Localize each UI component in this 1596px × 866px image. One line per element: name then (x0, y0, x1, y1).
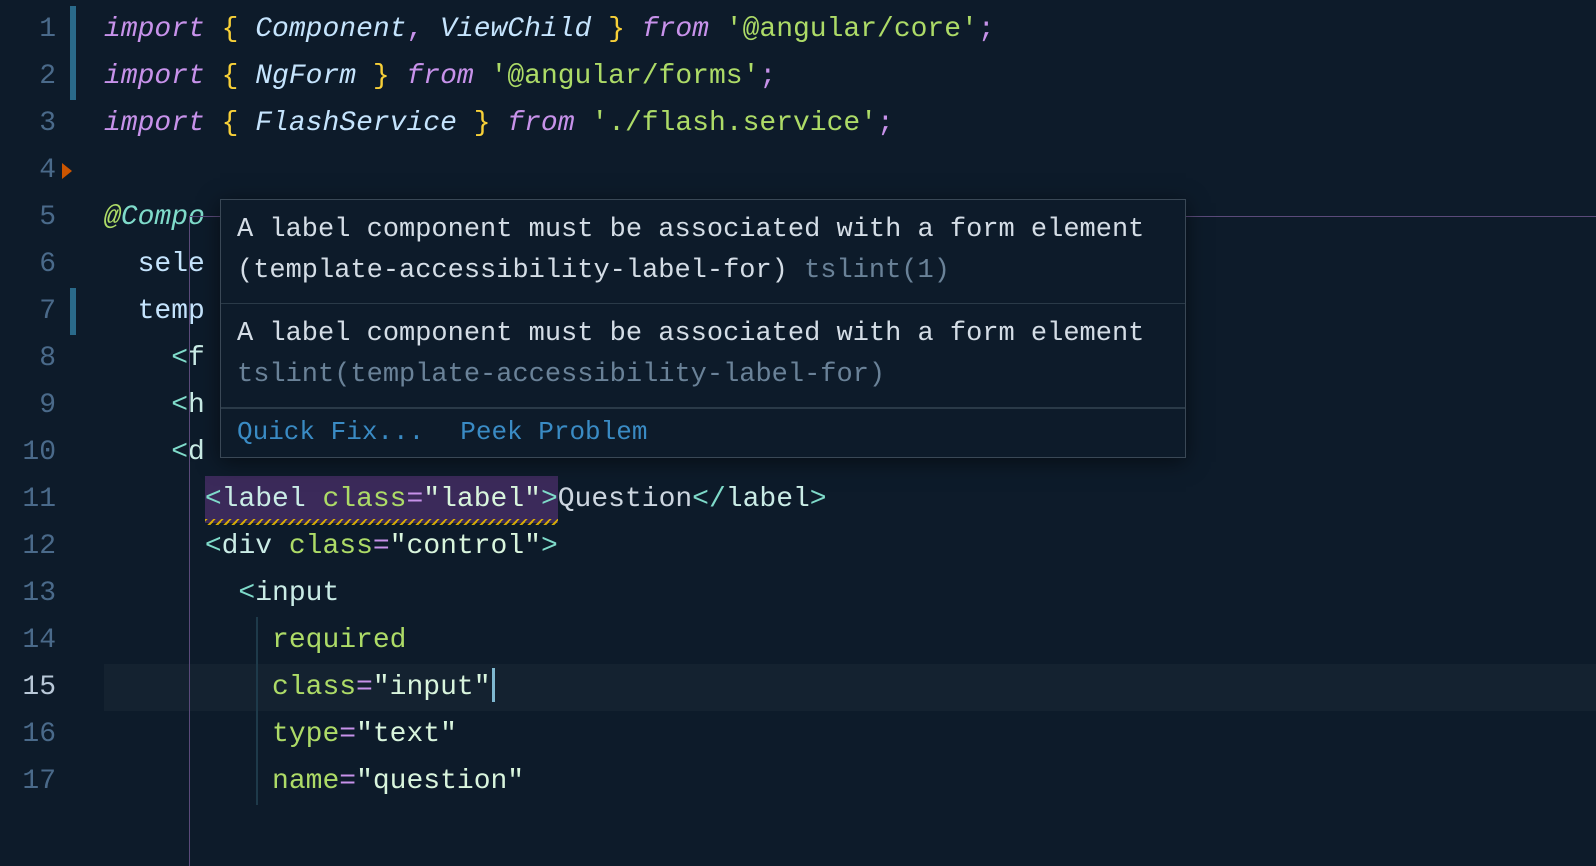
line-number: 12 (0, 523, 70, 570)
line-number: 8 (0, 335, 70, 382)
code-line[interactable]: import { FlashService } from './flash.se… (104, 100, 1596, 147)
line-number: 3 (0, 100, 70, 147)
line-number: 17 (0, 758, 70, 805)
code-line[interactable]: <div class="control"> (104, 523, 1596, 570)
code-line[interactable] (104, 147, 1596, 194)
line-number: 11 (0, 476, 70, 523)
quick-fix-link[interactable]: Quick Fix... (237, 417, 424, 447)
code-line[interactable]: class="input" (104, 664, 1596, 711)
peek-problem-link[interactable]: Peek Problem (460, 417, 647, 447)
lint-highlight[interactable]: <label class="label"> (205, 476, 558, 523)
line-number: 9 (0, 382, 70, 429)
problem-hover-tooltip: A label component must be associated wit… (220, 199, 1186, 458)
line-number: 15 (0, 664, 70, 711)
line-number: 1 (0, 6, 70, 53)
line-number: 7 (0, 288, 70, 335)
code-line[interactable]: import { NgForm } from '@angular/forms'; (104, 53, 1596, 100)
line-number: 5 (0, 194, 70, 241)
line-number: 4 (0, 147, 70, 194)
line-number: 13 (0, 570, 70, 617)
code-line[interactable]: required (104, 617, 1596, 664)
line-number: 14 (0, 617, 70, 664)
line-number: 6 (0, 241, 70, 288)
hover-message: A label component must be associated wit… (221, 304, 1185, 408)
line-number-gutter: 1 2 3 4 5 6 7 8 9 10 11 12 13 14 15 16 1… (0, 0, 70, 864)
text-cursor (492, 668, 495, 702)
hover-message: A label component must be associated wit… (221, 200, 1185, 304)
code-line[interactable]: <input (104, 570, 1596, 617)
hover-actions: Quick Fix... Peek Problem (221, 408, 1185, 457)
line-number: 16 (0, 711, 70, 758)
code-line[interactable]: <label class="label">Question</label> (104, 476, 1596, 523)
fold-arrow-icon[interactable] (62, 163, 72, 179)
code-line[interactable]: import { Component, ViewChild } from '@a… (104, 6, 1596, 53)
line-number: 2 (0, 53, 70, 100)
line-number: 10 (0, 429, 70, 476)
code-line[interactable]: name="question" (104, 758, 1596, 805)
code-line[interactable]: type="text" (104, 711, 1596, 758)
